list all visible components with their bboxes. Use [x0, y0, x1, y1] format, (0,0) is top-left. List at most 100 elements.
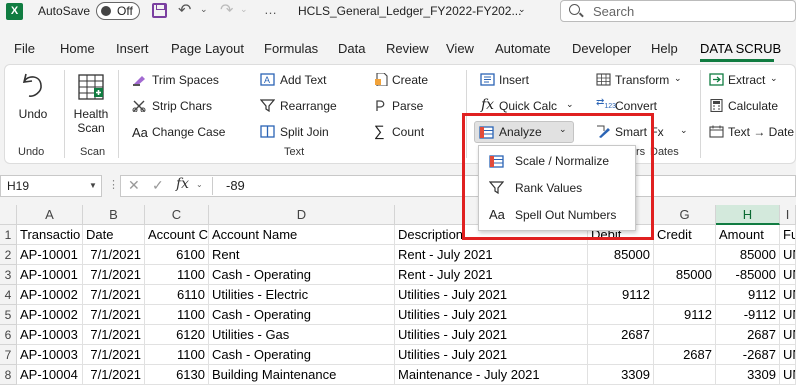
data-cell[interactable]: Cash - Operating [209, 345, 395, 365]
tab-home[interactable]: Home [60, 41, 95, 56]
header-cell[interactable]: Amount [716, 225, 780, 245]
data-cell[interactable]: UN [780, 365, 796, 385]
data-cell[interactable]: 1100 [145, 265, 209, 285]
title-dropdown-icon[interactable]: ⌄ [518, 4, 526, 15]
data-cell[interactable]: -2687 [716, 345, 780, 365]
data-cell[interactable]: 6120 [145, 325, 209, 345]
data-cell[interactable]: 85000 [588, 245, 654, 265]
trim-spaces-button[interactable]: Trim Spaces [152, 73, 219, 87]
header-cell[interactable]: Fu [780, 225, 796, 245]
undo-button[interactable]: Undo [10, 107, 56, 121]
data-cell[interactable]: 9112 [716, 285, 780, 305]
enter-check-icon[interactable]: ✓ [152, 177, 164, 194]
health-scan-button[interactable]: Health Scan [66, 107, 116, 135]
row-header[interactable]: 7 [0, 345, 17, 365]
row-header[interactable]: 4 [0, 285, 17, 305]
data-cell[interactable]: 2687 [588, 325, 654, 345]
tab-view[interactable]: View [446, 41, 474, 56]
column-header-g[interactable]: G [654, 205, 716, 225]
cancel-icon[interactable]: ✕ [128, 177, 140, 194]
name-box-dropdown-icon[interactable]: ▼ [89, 181, 97, 190]
tab-help[interactable]: Help [651, 41, 678, 56]
formula-bar-grip-icon[interactable]: ⋮ [108, 178, 119, 191]
data-cell[interactable] [588, 305, 654, 325]
column-header-b[interactable]: B [83, 205, 145, 225]
data-cell[interactable] [588, 265, 654, 285]
data-cell[interactable]: Cash - Operating [209, 265, 395, 285]
parse-button[interactable]: Parse [392, 99, 423, 113]
redo-dropdown-icon[interactable]: ⌄ [240, 4, 248, 15]
data-cell[interactable] [654, 325, 716, 345]
transform-dropdown-icon[interactable]: ⌄ [674, 73, 682, 84]
text-to-date-button[interactable]: Text → Date [728, 125, 794, 139]
tab-file[interactable]: File [14, 41, 35, 56]
data-cell[interactable]: AP-10002 [17, 285, 83, 305]
add-text-button[interactable]: Add Text [280, 73, 326, 87]
data-cell[interactable]: UN [780, 345, 796, 365]
data-cell[interactable]: UN [780, 325, 796, 345]
data-cell[interactable]: Cash - Operating [209, 305, 395, 325]
change-case-button[interactable]: Change Case [152, 125, 225, 139]
data-cell[interactable] [588, 345, 654, 365]
row-header[interactable]: 1 [0, 225, 17, 245]
data-cell[interactable]: AP-10002 [17, 305, 83, 325]
extract-dropdown-icon[interactable]: ⌄ [770, 73, 778, 84]
data-cell[interactable]: 7/1/2021 [83, 265, 145, 285]
header-cell[interactable]: Account C [145, 225, 209, 245]
undo-dropdown-icon[interactable]: ⌄ [200, 4, 208, 15]
redo-arrow-icon[interactable]: ↷ [220, 0, 233, 20]
data-cell[interactable]: UN [780, 265, 796, 285]
data-cell[interactable]: 1100 [145, 305, 209, 325]
data-cell[interactable]: Utilities - Gas [209, 325, 395, 345]
data-cell[interactable]: UN [780, 245, 796, 265]
split-join-button[interactable]: Split Join [280, 125, 329, 139]
smart-fx-dropdown-icon[interactable]: ⌄ [680, 125, 688, 136]
data-cell[interactable]: 9112 [588, 285, 654, 305]
tab-page-layout[interactable]: Page Layout [171, 41, 244, 56]
header-cell[interactable]: Date [83, 225, 145, 245]
count-button[interactable]: Count [392, 125, 424, 139]
data-cell[interactable]: 3309 [588, 365, 654, 385]
row-header[interactable]: 5 [0, 305, 17, 325]
data-cell[interactable]: 7/1/2021 [83, 285, 145, 305]
tab-data-scrub[interactable]: DATA SCRUB [700, 41, 781, 56]
insert-button[interactable]: Insert [499, 73, 529, 87]
data-cell[interactable]: Rent - July 2021 [395, 245, 588, 265]
create-button[interactable]: Create [392, 73, 428, 87]
data-cell[interactable]: AP-10003 [17, 325, 83, 345]
row-header[interactable]: 3 [0, 265, 17, 285]
data-cell[interactable]: 7/1/2021 [83, 325, 145, 345]
data-cell[interactable]: 85000 [654, 265, 716, 285]
header-cell[interactable]: Credit [654, 225, 716, 245]
data-cell[interactable]: 85000 [716, 245, 780, 265]
document-title[interactable]: HCLS_General_Ledger_FY2022-FY202... [298, 4, 521, 18]
data-cell[interactable]: 7/1/2021 [83, 345, 145, 365]
header-cell[interactable]: Account Name [209, 225, 395, 245]
data-cell[interactable]: 6130 [145, 365, 209, 385]
data-cell[interactable]: 7/1/2021 [83, 365, 145, 385]
data-cell[interactable]: AP-10001 [17, 265, 83, 285]
column-header-h[interactable]: H [716, 205, 780, 225]
tab-automate[interactable]: Automate [495, 41, 551, 56]
data-cell[interactable]: Maintenance - July 2021 [395, 365, 588, 385]
column-header-i[interactable]: I [780, 205, 796, 225]
name-box[interactable]: H19 ▼ [0, 175, 102, 197]
data-cell[interactable]: 1100 [145, 345, 209, 365]
data-cell[interactable]: UN [780, 305, 796, 325]
data-cell[interactable]: 7/1/2021 [83, 245, 145, 265]
strip-chars-button[interactable]: Strip Chars [152, 99, 212, 113]
quick-calc-dropdown-icon[interactable]: ⌄ [566, 99, 574, 110]
data-cell[interactable]: Rent - July 2021 [395, 265, 588, 285]
save-icon[interactable] [152, 3, 167, 18]
data-cell[interactable]: 9112 [654, 305, 716, 325]
data-cell[interactable]: -9112 [716, 305, 780, 325]
data-cell[interactable]: -85000 [716, 265, 780, 285]
header-cell[interactable]: Transactio [17, 225, 83, 245]
data-cell[interactable]: Utilities - July 2021 [395, 325, 588, 345]
select-all-corner[interactable] [0, 205, 17, 225]
column-header-d[interactable]: D [209, 205, 395, 225]
column-header-c[interactable]: C [145, 205, 209, 225]
data-cell[interactable]: Utilities - July 2021 [395, 305, 588, 325]
tab-insert[interactable]: Insert [116, 41, 149, 56]
data-cell[interactable]: Utilities - July 2021 [395, 345, 588, 365]
